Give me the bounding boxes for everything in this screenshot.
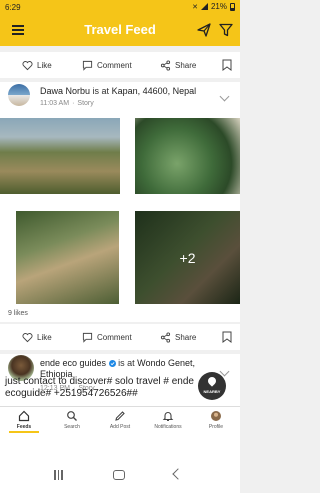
- bottom-nav: Feeds Search Add Post Notifications Prof…: [0, 406, 240, 433]
- recent-apps-icon[interactable]: [54, 470, 63, 480]
- avatar[interactable]: [8, 84, 30, 106]
- signal-icon: [200, 3, 208, 10]
- post-author[interactable]: Dawa Norbu: [40, 86, 90, 96]
- nav-label: Add Post: [109, 424, 131, 430]
- nav-profile[interactable]: Profile: [192, 410, 240, 430]
- filter-icon[interactable]: [219, 23, 233, 37]
- heart-icon: [22, 61, 33, 71]
- home-button-icon[interactable]: [113, 470, 125, 480]
- post-meta: 11:03 AM · Story: [40, 100, 94, 107]
- send-icon[interactable]: [197, 23, 211, 37]
- nav-label: Search: [64, 424, 80, 430]
- search-icon: [67, 411, 77, 421]
- share-button[interactable]: Share: [160, 60, 196, 71]
- post-photo[interactable]: [135, 118, 240, 194]
- battery-icon: [230, 2, 235, 11]
- share-label: Share: [175, 333, 197, 342]
- nav-feeds[interactable]: Feeds: [0, 410, 48, 430]
- nav-search[interactable]: Search: [48, 410, 96, 430]
- post-header: Dawa Norbu is at Kapan, 44600, Nepal: [40, 86, 220, 97]
- system-nav-bar: [0, 433, 240, 493]
- likes-count[interactable]: 9 likes: [8, 310, 28, 317]
- nearby-button[interactable]: NEARBY: [198, 372, 226, 400]
- globe-icon: ·: [72, 100, 75, 107]
- post-photo[interactable]: [16, 211, 119, 304]
- comment-icon: [82, 332, 93, 343]
- back-icon[interactable]: [172, 468, 184, 480]
- share-label: Share: [175, 61, 197, 70]
- nav-label: Profile: [208, 424, 224, 430]
- feed-post: Dawa Norbu is at Kapan, 44600, Nepal 11:…: [0, 82, 240, 322]
- verified-badge-icon: [108, 360, 116, 368]
- post-photo[interactable]: [0, 118, 120, 194]
- post-time: 11:03 AM: [40, 100, 70, 107]
- comment-button[interactable]: Comment: [82, 332, 132, 343]
- status-bar: 6:29 ✕ 21%: [0, 0, 240, 15]
- post-photo-more[interactable]: +2: [135, 211, 240, 304]
- post-author[interactable]: ende eco guides: [40, 358, 106, 368]
- mute-icon: ✕: [192, 3, 198, 11]
- nav-label: Feeds: [16, 424, 32, 430]
- more-photos-count: +2: [135, 211, 240, 304]
- like-button[interactable]: Like: [22, 60, 52, 71]
- nearby-label: NEARBY: [203, 389, 221, 394]
- share-icon: [160, 60, 171, 71]
- nav-notifications[interactable]: Notifications: [144, 410, 192, 430]
- comment-label: Comment: [97, 333, 132, 342]
- like-button[interactable]: Like: [22, 332, 52, 343]
- comment-icon: [82, 60, 93, 71]
- bookmark-icon[interactable]: [222, 331, 232, 343]
- bell-icon: [162, 412, 174, 421]
- nav-label: Notifications: [154, 424, 182, 430]
- share-button[interactable]: Share: [160, 332, 196, 343]
- post-actions-top: Like Comment Share: [0, 52, 240, 78]
- app-bar: Travel Feed: [0, 15, 240, 46]
- nav-add-post[interactable]: Add Post: [96, 410, 144, 430]
- like-label: Like: [37, 61, 52, 70]
- location-pin-icon: [206, 375, 218, 387]
- comment-label: Comment: [97, 61, 132, 70]
- post-type: Story: [77, 100, 94, 107]
- post-text: just contact to discover# solo travel # …: [5, 376, 194, 399]
- post-connector: is at: [92, 86, 110, 96]
- heart-icon: [22, 333, 33, 343]
- post-location[interactable]: Kapan, 44600, Nepal: [112, 86, 197, 96]
- bookmark-icon[interactable]: [222, 59, 232, 71]
- comment-button[interactable]: Comment: [82, 60, 132, 71]
- share-icon: [160, 332, 171, 343]
- add-post-icon: [115, 411, 125, 421]
- like-label: Like: [37, 333, 52, 342]
- chevron-down-icon[interactable]: [219, 91, 230, 102]
- post-connector: is at: [118, 358, 135, 368]
- post-actions: Like Comment Share: [0, 324, 240, 350]
- profile-icon: [211, 411, 221, 421]
- battery-label: 21%: [210, 2, 227, 11]
- status-time: 6:29: [5, 3, 21, 12]
- home-icon: [18, 410, 30, 422]
